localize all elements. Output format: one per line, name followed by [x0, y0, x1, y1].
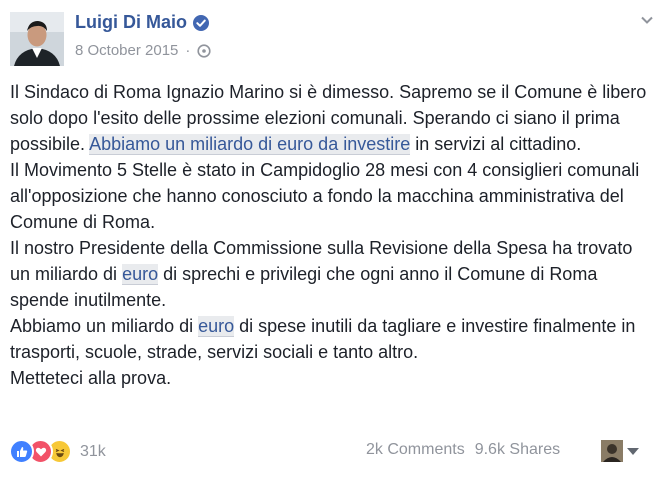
- highlighted-link[interactable]: euro: [198, 316, 235, 337]
- post-paragraph: Metteteci alla prova.: [10, 368, 172, 388]
- like-icon: [9, 439, 34, 464]
- post-meta: 8 October 2015 ·: [75, 42, 212, 59]
- comments-count-link[interactable]: 2k Comments: [366, 441, 465, 459]
- post-options-chevron-icon[interactable]: [640, 13, 654, 27]
- caret-down-icon[interactable]: [627, 448, 639, 455]
- globe-icon[interactable]: [197, 43, 212, 58]
- verified-badge-icon: [193, 14, 209, 31]
- post-date[interactable]: 8 October 2015: [75, 42, 178, 59]
- highlighted-link[interactable]: Abbiamo un miliardo di euro da investire: [89, 134, 411, 155]
- post-footer: 31k 2k Comments 9.6k Shares: [0, 437, 659, 465]
- post-paragraph: Abbiamo un miliardo di euro di spese inu…: [10, 313, 650, 365]
- post-text: Abbiamo un miliardo di: [10, 316, 199, 336]
- meta-separator: ·: [185, 42, 191, 59]
- shares-count-link[interactable]: 9.6k Shares: [475, 441, 560, 459]
- post-body: Il Sindaco di Roma Ignazio Marino si è d…: [10, 79, 650, 391]
- post-paragraph: Il nostro Presidente della Commissione s…: [10, 235, 650, 313]
- reactions-summary[interactable]: 31k: [9, 439, 106, 464]
- post-stats: 2k Comments 9.6k Shares: [366, 441, 560, 459]
- post-text: in servizi al cittadino.: [410, 134, 582, 154]
- avatar[interactable]: [10, 12, 64, 66]
- post-paragraph: Il Sindaco di Roma Ignazio Marino si è d…: [10, 79, 650, 157]
- post-author: Luigi Di Maio: [75, 12, 209, 33]
- post-paragraph: Il Movimento 5 Stelle è stato in Campido…: [10, 160, 640, 232]
- reactions-count[interactable]: 31k: [80, 443, 106, 461]
- author-name[interactable]: Luigi Di Maio: [75, 12, 187, 33]
- viewer-avatar[interactable]: [601, 440, 623, 462]
- highlighted-link[interactable]: euro: [122, 264, 159, 285]
